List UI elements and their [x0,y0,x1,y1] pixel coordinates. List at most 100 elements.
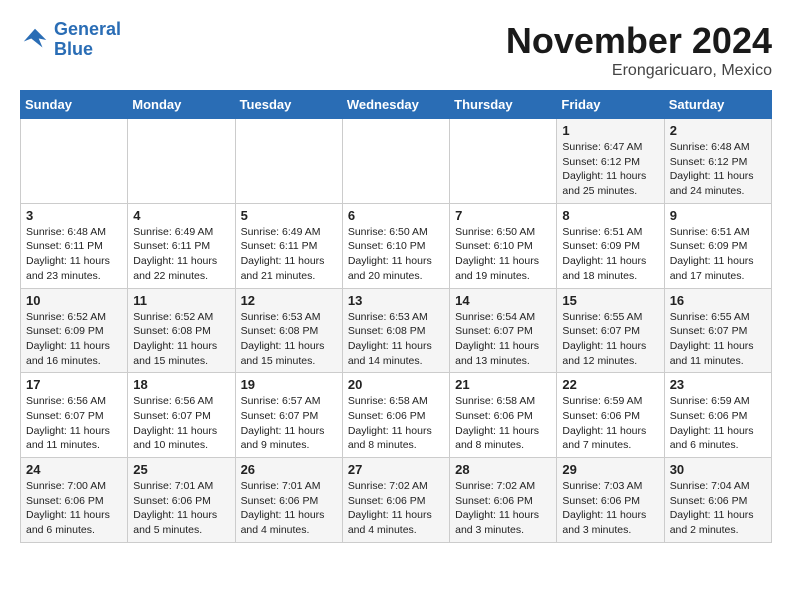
day-number: 11 [133,293,229,308]
day-number: 17 [26,377,122,392]
day-number: 30 [670,462,766,477]
calendar-cell: 17Sunrise: 6:56 AM Sunset: 6:07 PM Dayli… [21,373,128,458]
day-info: Sunrise: 6:48 AM Sunset: 6:12 PM Dayligh… [670,140,766,199]
calendar-cell [235,119,342,204]
calendar-cell: 24 Sunrise: 7:00 AM Sunset: 6:06 PM Dayli… [21,458,128,543]
calendar-table: SundayMondayTuesdayWednesdayThursdayFrid… [20,90,772,543]
day-info: Sunrise: 6:58 AM Sunset: 6:06 PM Dayligh… [348,394,444,453]
calendar-cell: 8Sunrise: 6:51 AM Sunset: 6:09 PM Daylig… [557,203,664,288]
day-number: 5 [241,208,337,223]
day-number: 27 [348,462,444,477]
day-info: Sunrise: 6:51 AM Sunset: 6:09 PM Dayligh… [670,225,766,284]
day-number: 8 [562,208,658,223]
calendar-cell: 1 Sunrise: 6:47 AM Sunset: 6:12 PM Daylig… [557,119,664,204]
day-info: Sunrise: 6:55 AM Sunset: 6:07 PM Dayligh… [562,310,658,369]
calendar-cell: 7Sunrise: 6:50 AM Sunset: 6:10 PM Daylig… [450,203,557,288]
day-number: 1 [562,123,658,138]
day-number: 7 [455,208,551,223]
calendar-cell: 28 Sunrise: 7:02 AM Sunset: 6:06 PM Dayli… [450,458,557,543]
calendar-cell: 29 Sunrise: 7:03 AM Sunset: 6:06 PM Dayli… [557,458,664,543]
day-info: Sunrise: 6:53 AM Sunset: 6:08 PM Dayligh… [348,310,444,369]
day-info: Sunrise: 6:54 AM Sunset: 6:07 PM Dayligh… [455,310,551,369]
month-title: November 2024 [506,20,772,62]
calendar-body: 1 Sunrise: 6:47 AM Sunset: 6:12 PM Daylig… [21,119,772,543]
calendar-cell: 27 Sunrise: 7:02 AM Sunset: 6:06 PM Dayli… [342,458,449,543]
calendar-week-5: 24 Sunrise: 7:00 AM Sunset: 6:06 PM Dayli… [21,458,772,543]
calendar-cell: 12Sunrise: 6:53 AM Sunset: 6:08 PM Dayli… [235,288,342,373]
calendar-cell: 3Sunrise: 6:48 AM Sunset: 6:11 PM Daylig… [21,203,128,288]
day-number: 21 [455,377,551,392]
calendar-cell: 5Sunrise: 6:49 AM Sunset: 6:11 PM Daylig… [235,203,342,288]
header-cell-tuesday: Tuesday [235,91,342,119]
calendar-cell: 25 Sunrise: 7:01 AM Sunset: 6:06 PM Dayli… [128,458,235,543]
calendar-cell: 15 Sunrise: 6:55 AM Sunset: 6:07 PM Dayli… [557,288,664,373]
header-cell-thursday: Thursday [450,91,557,119]
day-info: Sunrise: 7:04 AM Sunset: 6:06 PM Dayligh… [670,479,766,538]
day-info: Sunrise: 6:52 AM Sunset: 6:08 PM Dayligh… [133,310,229,369]
day-number: 24 [26,462,122,477]
day-info: Sunrise: 6:57 AM Sunset: 6:07 PM Dayligh… [241,394,337,453]
day-number: 3 [26,208,122,223]
calendar-week-1: 1 Sunrise: 6:47 AM Sunset: 6:12 PM Daylig… [21,119,772,204]
day-info: Sunrise: 7:00 AM Sunset: 6:06 PM Dayligh… [26,479,122,538]
day-number: 16 [670,293,766,308]
day-number: 19 [241,377,337,392]
day-number: 28 [455,462,551,477]
calendar-cell: 18 Sunrise: 6:56 AM Sunset: 6:07 PM Dayli… [128,373,235,458]
calendar-cell: 6Sunrise: 6:50 AM Sunset: 6:10 PM Daylig… [342,203,449,288]
logo-bird-icon [20,25,50,55]
calendar-cell: 16Sunrise: 6:55 AM Sunset: 6:07 PM Dayli… [664,288,771,373]
day-info: Sunrise: 6:49 AM Sunset: 6:11 PM Dayligh… [133,225,229,284]
day-info: Sunrise: 7:01 AM Sunset: 6:06 PM Dayligh… [241,479,337,538]
calendar-cell: 26 Sunrise: 7:01 AM Sunset: 6:06 PM Dayli… [235,458,342,543]
day-number: 13 [348,293,444,308]
header-cell-friday: Friday [557,91,664,119]
logo-line2: Blue [54,39,93,59]
day-info: Sunrise: 7:02 AM Sunset: 6:06 PM Dayligh… [348,479,444,538]
day-number: 29 [562,462,658,477]
day-info: Sunrise: 6:47 AM Sunset: 6:12 PM Dayligh… [562,140,658,199]
header-row: SundayMondayTuesdayWednesdayThursdayFrid… [21,91,772,119]
day-number: 26 [241,462,337,477]
day-info: Sunrise: 7:03 AM Sunset: 6:06 PM Dayligh… [562,479,658,538]
header-cell-wednesday: Wednesday [342,91,449,119]
title-area: November 2024 Erongaricuaro, Mexico [506,20,772,80]
day-number: 23 [670,377,766,392]
calendar-cell: 10 Sunrise: 6:52 AM Sunset: 6:09 PM Dayli… [21,288,128,373]
calendar-cell: 4 Sunrise: 6:49 AM Sunset: 6:11 PM Daylig… [128,203,235,288]
calendar-week-2: 3Sunrise: 6:48 AM Sunset: 6:11 PM Daylig… [21,203,772,288]
logo-line1: General [54,19,121,39]
calendar-cell [128,119,235,204]
header-cell-sunday: Sunday [21,91,128,119]
header-cell-saturday: Saturday [664,91,771,119]
day-info: Sunrise: 6:58 AM Sunset: 6:06 PM Dayligh… [455,394,551,453]
day-number: 15 [562,293,658,308]
day-number: 10 [26,293,122,308]
calendar-cell: 21 Sunrise: 6:58 AM Sunset: 6:06 PM Dayli… [450,373,557,458]
day-number: 4 [133,208,229,223]
day-number: 25 [133,462,229,477]
day-info: Sunrise: 6:52 AM Sunset: 6:09 PM Dayligh… [26,310,122,369]
day-info: Sunrise: 7:01 AM Sunset: 6:06 PM Dayligh… [133,479,229,538]
calendar-week-3: 10 Sunrise: 6:52 AM Sunset: 6:09 PM Dayli… [21,288,772,373]
calendar-week-4: 17 Sunrise: 6:56 AM Sunset: 6:07 PM Dayli… [21,373,772,458]
page-header: General Blue November 2024 Erongaricuaro… [20,20,772,80]
day-info: Sunrise: 7:02 AM Sunset: 6:06 PM Dayligh… [455,479,551,538]
day-info: Sunrise: 6:56 AM Sunset: 6:07 PM Dayligh… [133,394,229,453]
calendar-cell: 9Sunrise: 6:51 AM Sunset: 6:09 PM Daylig… [664,203,771,288]
logo-text: General Blue [54,20,121,60]
calendar-cell: 19 Sunrise: 6:57 AM Sunset: 6:07 PM Dayli… [235,373,342,458]
day-number: 22 [562,377,658,392]
calendar-cell: 11 Sunrise: 6:52 AM Sunset: 6:08 PM Dayli… [128,288,235,373]
calendar-cell [21,119,128,204]
logo: General Blue [20,20,121,60]
day-info: Sunrise: 6:53 AM Sunset: 6:08 PM Dayligh… [241,310,337,369]
day-number: 2 [670,123,766,138]
day-info: Sunrise: 6:50 AM Sunset: 6:10 PM Dayligh… [348,225,444,284]
day-number: 14 [455,293,551,308]
calendar-header: SundayMondayTuesdayWednesdayThursdayFrid… [21,91,772,119]
day-number: 20 [348,377,444,392]
day-info: Sunrise: 6:59 AM Sunset: 6:06 PM Dayligh… [562,394,658,453]
day-number: 18 [133,377,229,392]
calendar-cell [342,119,449,204]
